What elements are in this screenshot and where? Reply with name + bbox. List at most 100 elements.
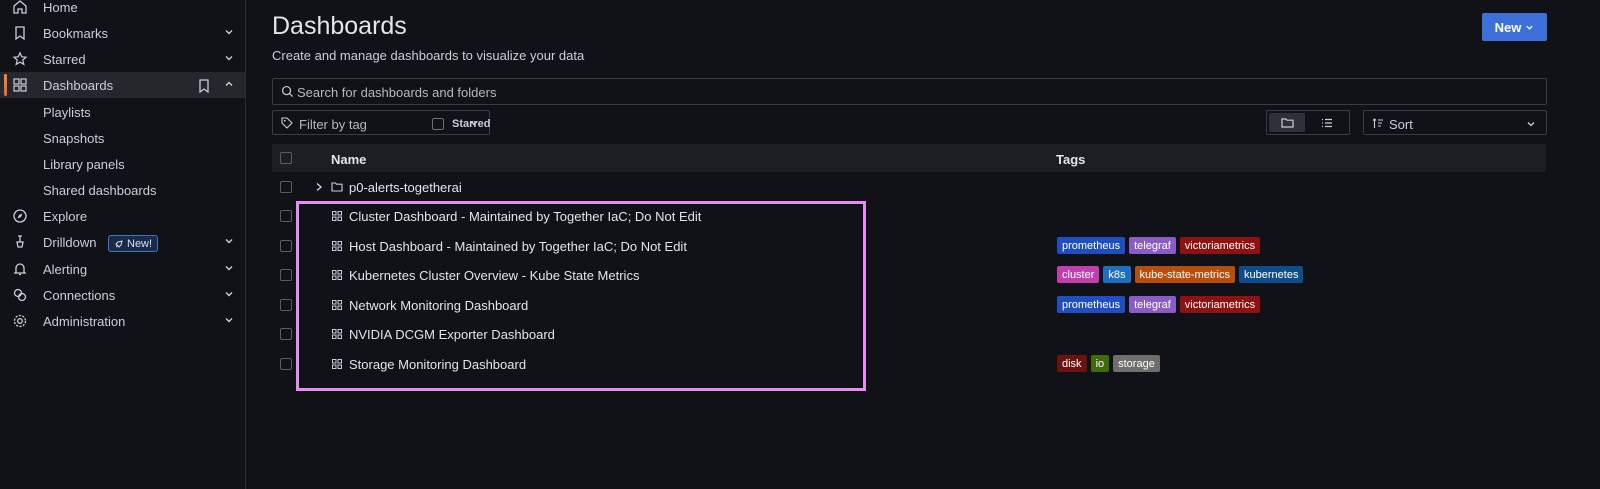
drilldown-icon [16,235,24,248]
apps-icon [13,78,27,92]
search-placeholder: Search for dashboards and folders [297,85,497,100]
table-row[interactable]: Host Dashboard - Maintained by Together … [272,232,1546,261]
row-name[interactable]: NVIDIA DCGM Exporter Dashboard [349,327,555,342]
sidebar-subitem-playlists[interactable]: Playlists [43,105,91,120]
filter-by-tag-label: Filter by tag [299,117,367,132]
row-name[interactable]: Host Dashboard - Maintained by Together … [349,239,687,254]
tag-badge[interactable]: io [1090,355,1110,372]
row-checkbox[interactable] [280,181,292,193]
tag-badge[interactable]: prometheus [1057,296,1126,313]
new-button[interactable]: New [1482,13,1547,41]
sidebar-item-connections[interactable]: Connections [0,282,245,308]
star-icon [12,51,28,66]
row-name[interactable]: Network Monitoring Dashboard [349,298,528,313]
table-row[interactable]: NVIDIA DCGM Exporter Dashboard [272,320,1546,349]
table-row[interactable]: Cluster Dashboard - Maintained by Togeth… [272,202,1546,231]
starred-checkbox[interactable] [432,118,444,130]
plug-icon [13,288,27,302]
list-icon [1322,118,1332,127]
sidebar-item-label: Drilldown [43,234,97,250]
column-header-tags: Tags [1056,152,1086,167]
main-content: Dashboards Create and manage dashboards … [246,0,1600,489]
sidebar-item-label: Dashboards [43,77,114,93]
sidebar-item-home[interactable]: Home [0,0,245,20]
dashboard-grid-icon [332,359,342,369]
tag-badge[interactable]: cluster [1057,266,1100,283]
table-row[interactable]: Kubernetes Cluster Overview - Kube State… [272,261,1546,290]
sort-icon [1372,118,1383,128]
sidebar-item-label: Home [43,0,78,15]
row-tags: cluster k8s kube-state-metrics kubernete… [1057,266,1304,283]
dashboard-grid-icon [332,300,342,310]
sidebar-item-label: Explore [43,208,88,224]
row-checkbox[interactable] [280,240,292,252]
sort-select[interactable]: Sort [1363,110,1547,135]
search-input[interactable]: Search for dashboards and folders [272,78,1547,105]
sidebar-item-bookmarks[interactable]: Bookmarks [0,20,245,46]
tag-badge[interactable]: victoriametrics [1179,237,1261,254]
select-all-checkbox[interactable] [280,152,292,164]
chevron-down-icon [1527,122,1535,127]
chevron-down-icon[interactable] [223,262,235,274]
tag-badge[interactable]: storage [1113,355,1160,372]
tag-badge[interactable]: prometheus [1057,237,1126,254]
chevron-down-icon[interactable] [223,235,235,247]
sidebar-subitem-snapshots[interactable]: Snapshots [43,131,104,146]
row-checkbox[interactable] [280,328,292,340]
row-checkbox[interactable] [280,299,292,311]
row-tags: disk io storage [1057,355,1160,372]
chevron-down-icon[interactable] [223,314,235,326]
sidebar-item-label: Alerting [43,261,88,277]
row-name[interactable]: Cluster Dashboard - Maintained by Togeth… [349,209,701,224]
chevron-down-icon[interactable] [223,26,235,38]
list-view-button[interactable] [1309,113,1345,132]
sidebar-item-label: Administration [43,313,126,329]
dashboard-grid-icon [332,329,342,339]
bookmark-icon[interactable] [198,79,210,93]
bookmark-icon [15,26,25,41]
row-checkbox[interactable] [280,358,292,370]
row-tags: prometheus telegraf victoriametrics [1057,296,1261,313]
gear-icon [13,314,27,328]
sidebar-item-explore[interactable]: Explore [0,203,245,229]
folder-icon [331,182,343,192]
chevron-up-icon[interactable] [223,78,235,90]
sidebar-item-starred[interactable]: Starred [0,46,245,72]
table-row[interactable]: Network Monitoring Dashboard prometheus … [272,291,1546,320]
row-checkbox[interactable] [280,210,292,222]
starred-label[interactable]: Starred [452,118,491,130]
dashboard-grid-icon [332,270,342,280]
chevron-down-icon [1526,25,1534,30]
tag-badge[interactable]: telegraf [1129,237,1176,254]
sidebar-item-label: Connections [43,287,116,303]
sidebar-item-administration[interactable]: Administration [0,308,245,334]
tag-badge[interactable]: telegraf [1129,296,1176,313]
chevron-down-icon[interactable] [223,288,235,300]
sidebar-item-alerting[interactable]: Alerting [0,256,245,282]
page-title: Dashboards [272,12,407,40]
new-button-label: New [1494,19,1522,35]
table-row[interactable]: p0-alerts-togetherai [272,173,1546,202]
sidebar-item-label: Bookmarks [43,25,109,41]
row-checkbox[interactable] [280,269,292,281]
chevron-down-icon[interactable] [223,52,235,64]
row-name[interactable]: Kubernetes Cluster Overview - Kube State… [349,268,639,283]
folder-view-button[interactable] [1269,113,1305,132]
table-row[interactable]: Storage Monitoring Dashboard disk io sto… [272,350,1546,379]
tag-badge[interactable]: kubernetes [1239,266,1304,283]
tag-badge[interactable]: victoriametrics [1179,296,1261,313]
new-badge: New! [108,235,159,252]
page-subtitle: Create and manage dashboards to visualiz… [272,48,585,63]
row-name[interactable]: Storage Monitoring Dashboard [349,357,526,372]
column-header-name: Name [331,152,367,167]
rocket-icon [115,239,123,248]
dashboard-grid-icon [332,211,342,221]
tag-badge[interactable]: disk [1057,355,1087,372]
tag-badge[interactable]: k8s [1103,266,1131,283]
tag-badge[interactable]: kube-state-metrics [1134,266,1236,283]
sidebar-subitem-library-panels[interactable]: Library panels [43,157,125,172]
table-header: Name Tags [272,144,1546,172]
chevron-right-icon[interactable] [315,182,323,192]
sidebar-subitem-shared-dashboards[interactable]: Shared dashboards [43,183,156,198]
row-name[interactable]: p0-alerts-togetherai [349,180,462,195]
